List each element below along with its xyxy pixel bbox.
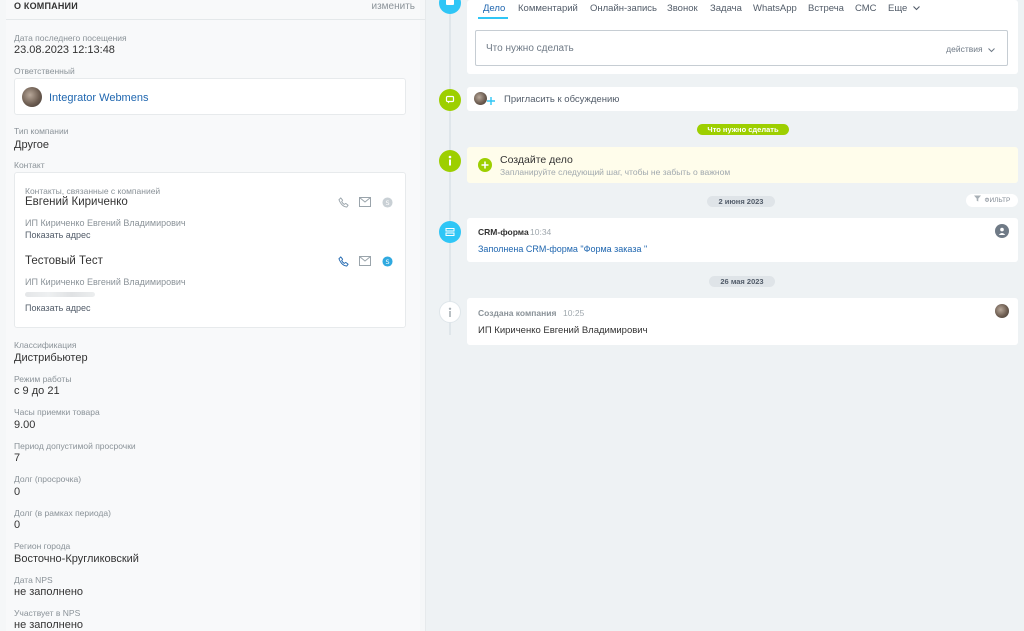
responsible-label: Ответственный (14, 66, 75, 76)
create-task-panel[interactable]: Создайте дело Запланируйте следующий шаг… (467, 147, 1018, 183)
field-label: Долг (в рамках периода) (14, 508, 111, 518)
contacts-card-title: Контакты, связанные с компанией (25, 186, 161, 196)
field-value: Дистрибьютер (14, 352, 88, 364)
crm-form-panel: CRM-форма 10:34 Заполнена CRM-форма "Фор… (467, 218, 1018, 262)
contact-name[interactable]: Евгений Кириченко (25, 196, 128, 208)
last-visit-label: Дата последнего посещения (14, 33, 127, 43)
date-badge: 2 июня 2023 (707, 196, 775, 207)
info-icon (439, 150, 461, 172)
field-label: Дата NPS (14, 575, 53, 585)
company-type-label: Тип компании (14, 126, 69, 136)
divider (6, 19, 425, 20)
company-type-value: Другое (14, 139, 49, 151)
filter-label: ФИЛЬТР (984, 197, 1011, 205)
mail-icon[interactable] (359, 255, 371, 267)
contact-company: ИП Кириченко Евгений Владимирович (25, 218, 186, 228)
field-label: Часы приемки товара (14, 407, 100, 417)
tab-meeting[interactable]: Встреча (808, 3, 844, 14)
company-created-time: 10:25 (563, 308, 585, 318)
info-icon (439, 301, 461, 323)
responsible-name[interactable]: Integrator Webmens (49, 92, 148, 104)
tab-whatsapp[interactable]: WhatsApp (753, 3, 797, 14)
responsible-card: Integrator Webmens (14, 78, 406, 115)
field-value: 0 (14, 519, 21, 531)
contacts-card: Контакты, связанные с компанией Евгений … (14, 172, 406, 328)
field-value: 9.00 (14, 419, 36, 431)
field-label: Классификация (14, 340, 77, 350)
chevron-down-icon (988, 45, 995, 55)
tab-comment[interactable]: Комментарий (518, 3, 578, 14)
phone-icon[interactable] (337, 255, 349, 267)
tab-task[interactable]: Задача (710, 3, 742, 14)
contact-name[interactable]: Тестовый Тест (25, 255, 103, 267)
svg-text:S: S (385, 198, 389, 206)
mail-icon[interactable] (359, 196, 371, 208)
actions-dropdown[interactable]: действия (946, 44, 995, 55)
skype-icon[interactable]: S (381, 255, 393, 267)
filter-icon (973, 194, 981, 207)
field-value: с 9 до 21 (14, 385, 60, 397)
crm-form-title: CRM-форма (478, 227, 529, 237)
last-visit-value: 23.08.2023 12:13:48 (14, 44, 115, 56)
field-label: Режим работы (14, 374, 72, 384)
todo-input[interactable]: Что нужно сделать действия (475, 30, 1008, 66)
field-label: Участвует в NPS (14, 608, 81, 618)
field-label: Период допустимой просрочки (14, 441, 136, 451)
tab-more-label: Еще (888, 3, 908, 15)
field-value: не заполнено (14, 586, 84, 598)
plus-icon[interactable] (486, 93, 496, 105)
active-tab-indicator (478, 17, 508, 19)
contact-label: Контакт (14, 160, 45, 170)
add-icon[interactable] (478, 158, 492, 172)
field-label: Долг (просрочка) (14, 474, 82, 484)
show-address-link[interactable]: Показать адрес (25, 303, 91, 313)
date-badge: 26 мая 2023 (709, 276, 775, 287)
todo-pill: Что нужно сделать (697, 124, 789, 135)
crm-form-time: 10:34 (530, 227, 552, 237)
chevron-down-icon (913, 3, 920, 14)
company-info-panel: О КОМПАНИИ изменить Дата последнего посе… (0, 0, 426, 631)
field-value: Восточно-Кругликовский (14, 553, 139, 565)
responsible-avatar[interactable] (22, 87, 42, 107)
field-value: 0 (14, 486, 21, 498)
field-label: Регион города (14, 541, 71, 551)
phone-icon[interactable] (337, 196, 349, 208)
show-address-link[interactable]: Показать адрес (25, 230, 91, 240)
invite-panel[interactable]: Пригласить к обсуждению (467, 87, 1018, 111)
svg-text:S: S (385, 257, 389, 265)
blurred-phone (25, 292, 95, 297)
company-created-title: Создана компания (478, 308, 557, 318)
edit-link[interactable]: изменить (371, 1, 415, 12)
tab-sms[interactable]: СМС (855, 3, 877, 14)
comment-icon (439, 89, 461, 111)
contact-company: ИП Кириченко Евгений Владимирович (25, 277, 186, 287)
create-task-subtitle: Запланируйте следующий шаг, чтобы не заб… (500, 167, 731, 177)
tab-online-booking[interactable]: Онлайн-запись (590, 3, 657, 14)
field-value: 7 (14, 452, 21, 464)
actions-label: действия (946, 44, 983, 54)
section-title: О КОМПАНИИ (14, 1, 78, 11)
tab-call[interactable]: Звонок (667, 3, 698, 14)
form-icon (439, 221, 461, 243)
tab-more[interactable]: Еще (888, 3, 920, 14)
company-created-text: ИП Кириченко Евгений Владимирович (478, 325, 648, 336)
tab-delo[interactable]: Дело (483, 3, 505, 14)
todo-placeholder: Что нужно сделать (486, 43, 574, 54)
create-task-title: Создайте дело (500, 154, 573, 166)
company-created-panel: Создана компания 10:25 ИП Кириченко Евге… (467, 298, 1018, 345)
user-avatar[interactable] (995, 304, 1009, 318)
skype-icon[interactable]: S (381, 196, 393, 208)
filter-button[interactable]: ФИЛЬТР (966, 194, 1018, 207)
crm-form-link[interactable]: Заполнена CRM-форма "Форма заказа " (478, 244, 647, 254)
invite-text: Пригласить к обсуждению (504, 94, 620, 105)
user-icon[interactable] (995, 224, 1009, 238)
field-value: не заполнено (14, 619, 84, 631)
